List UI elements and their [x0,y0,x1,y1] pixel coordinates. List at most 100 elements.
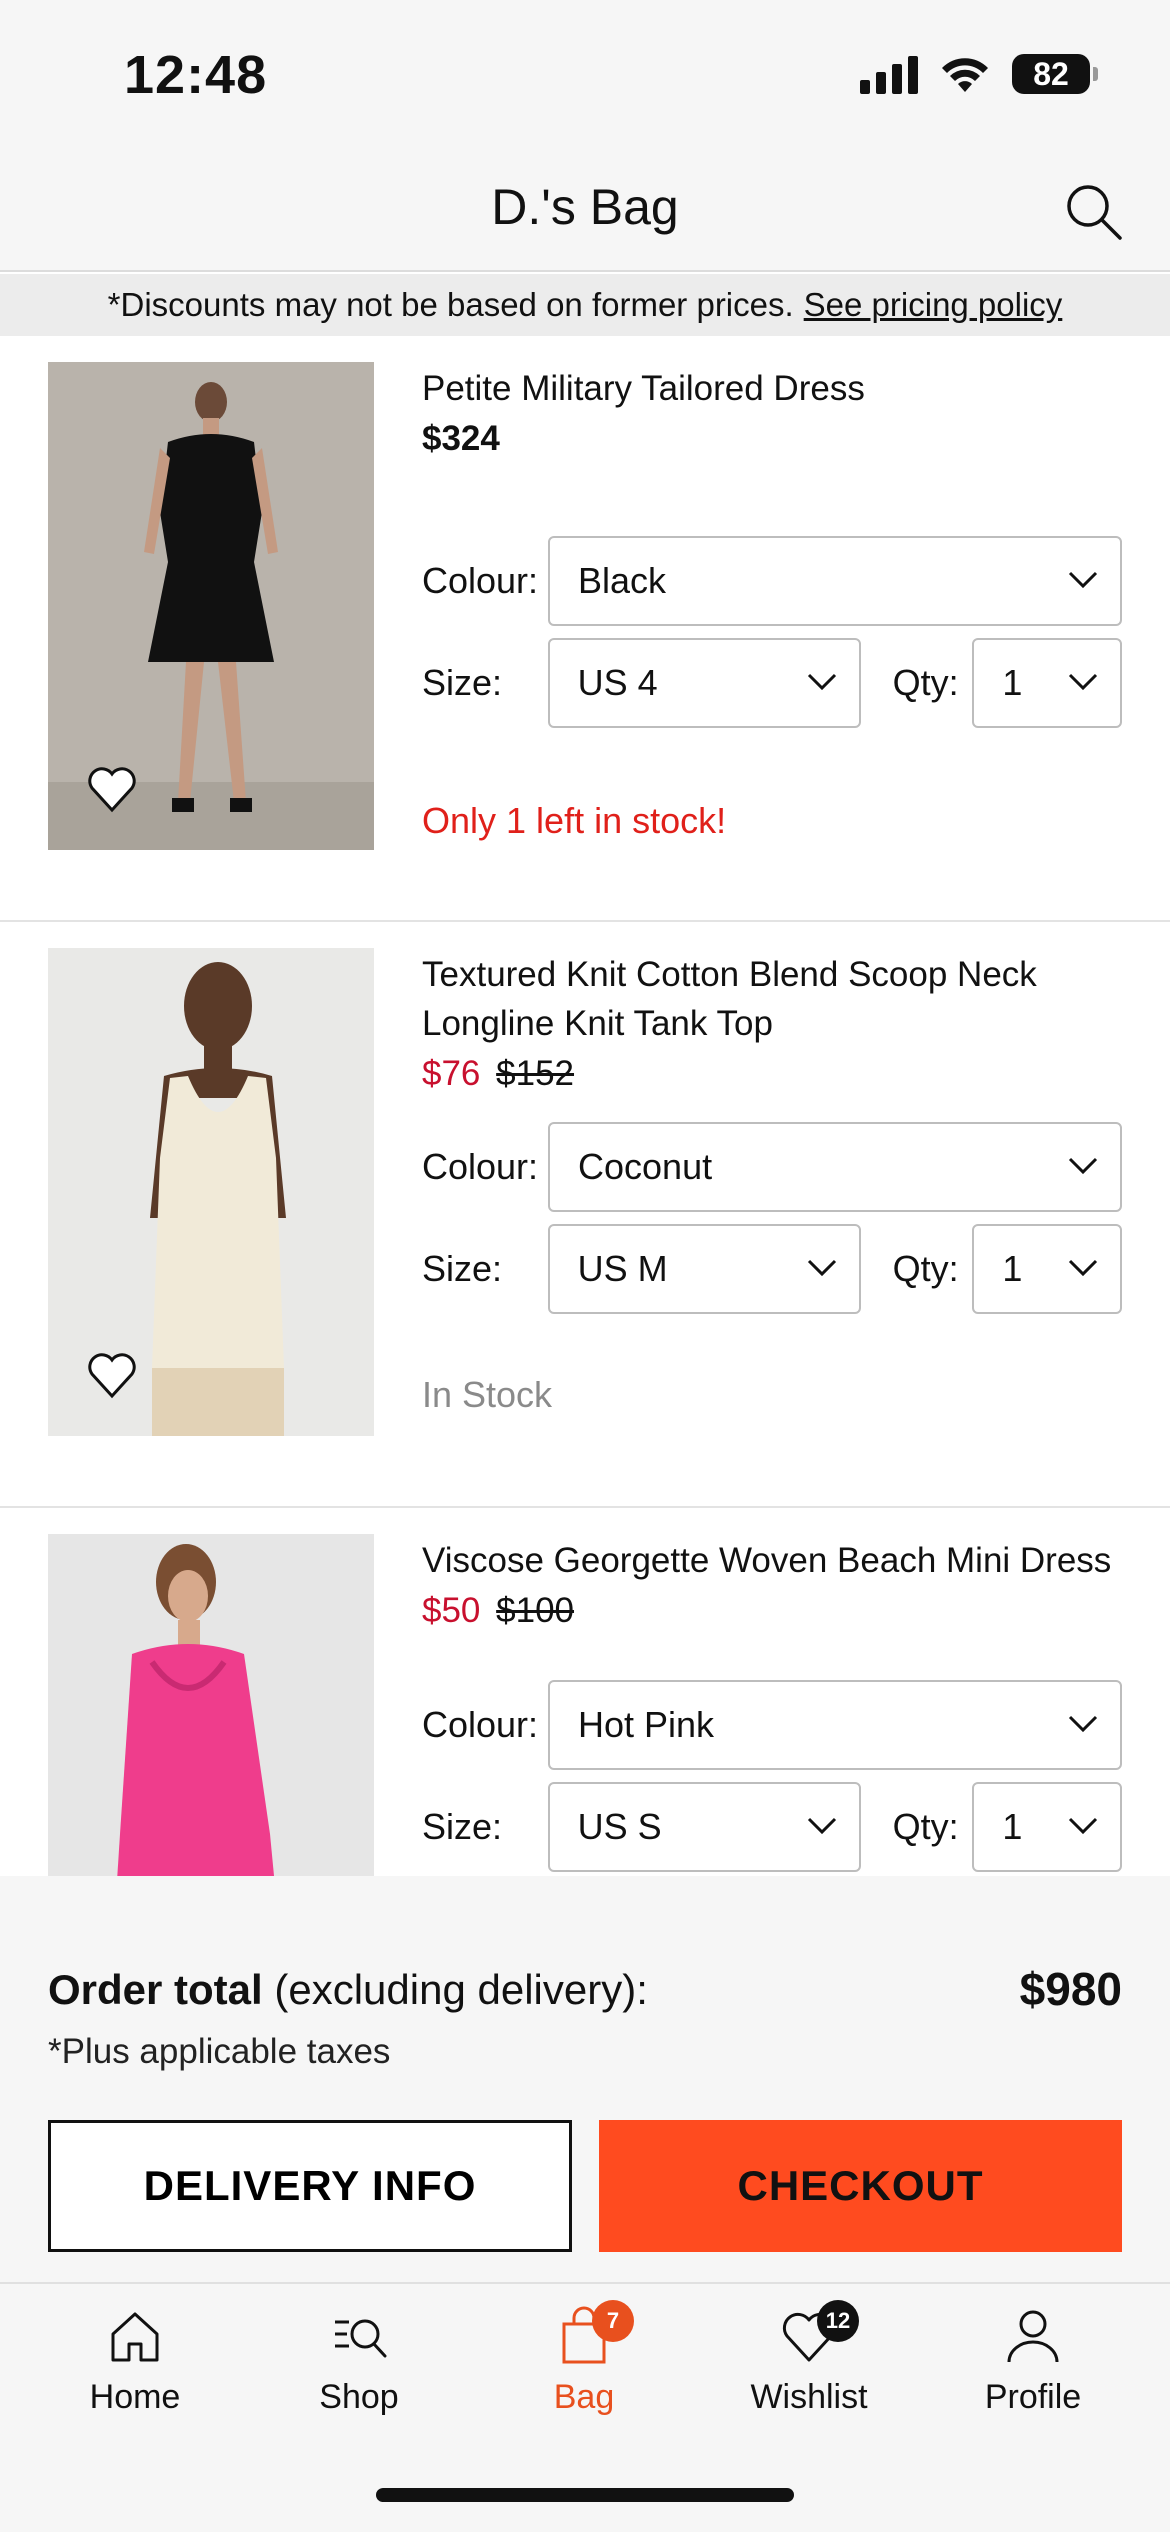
bag-item: Viscose Georgette Woven Beach Mini Dress… [0,1508,1170,1876]
colour-select[interactable]: Hot Pink [548,1680,1122,1770]
tab-label: Wishlist [750,2378,868,2416]
search-button[interactable] [1062,180,1126,244]
sale-price: $76 [422,1054,481,1093]
size-label: Size: [422,1806,503,1847]
product-price: $50 $100 [422,1585,1122,1637]
nav-header: D.'s Bag [0,150,1170,272]
product-info: Viscose Georgette Woven Beach Mini Dress… [422,1536,1122,1637]
pricing-policy-link[interactable]: See pricing policy [804,286,1063,324]
tab-bag[interactable]: 7 Bag [484,2300,684,2444]
search-icon [1067,185,1122,240]
stock-status: Only 1 left in stock! [422,800,727,841]
stock-status: In Stock [422,1374,553,1415]
wishlist-heart-icon[interactable] [84,1346,140,1402]
chevron-down-icon [1068,1157,1098,1175]
tab-label: Shop [319,2378,399,2416]
size-qty-row: Size: US S Qty: 1 [422,1782,1122,1872]
home-indicator [376,2488,794,2502]
qty-label: Qty: [892,662,959,703]
colour-label: Colour: [422,1146,539,1187]
product-info: Textured Knit Cotton Blend Scoop Neck Lo… [422,950,1122,1100]
tab-home[interactable]: Home [35,2304,235,2444]
colour-row: Colour: Hot Pink [422,1680,1122,1770]
product-price: $76 $152 [422,1048,1122,1100]
tax-note: *Plus applicable taxes [48,2032,391,2071]
size-value: US 4 [577,662,658,703]
signal-icon [860,54,918,94]
chevron-down-icon [1068,1715,1098,1733]
product-name[interactable]: Petite Military Tailored Dress [422,364,1122,413]
product-image[interactable] [48,948,374,1436]
colour-select[interactable]: Coconut [548,1122,1122,1212]
order-total-title: Order total [48,1966,263,2013]
wifi-icon [942,58,988,92]
size-qty-row: Size: US 4 Qty: 1 [422,638,1122,728]
chevron-down-icon [807,1817,836,1835]
colour-value: Black [578,560,667,601]
checkout-button[interactable]: CHECKOUT [599,2120,1122,2252]
home-icon [111,2312,159,2362]
status-time: 12:48 [124,45,268,105]
size-value: US S [577,1806,662,1847]
tab-label: Home [89,2378,181,2416]
chevron-down-icon [1068,673,1098,691]
size-select[interactable]: US M [547,1224,861,1314]
product-name[interactable]: Textured Knit Cotton Blend Scoop Neck Lo… [422,950,1122,1048]
size-select[interactable]: US 4 [547,638,861,728]
qty-value: 1 [1002,1248,1023,1289]
tab-shop[interactable]: Shop [259,2304,459,2444]
order-total-suffix: (excluding delivery): [274,1966,648,2013]
chevron-down-icon [1068,1817,1098,1835]
colour-label: Colour: [422,560,539,601]
status-bar: 12:48 82 [0,0,1170,150]
tab-wishlist[interactable]: 12 Wishlist [709,2300,909,2444]
colour-value: Coconut [578,1146,713,1187]
delivery-info-button[interactable]: DELIVERY INFO [48,2120,572,2252]
discount-text: *Discounts may not be based on former pr… [107,286,794,323]
colour-select[interactable]: Black [548,536,1122,626]
bag-item: Textured Knit Cotton Blend Scoop Neck Lo… [0,922,1170,1508]
bag-count-badge: 7 [592,2300,634,2342]
size-value: US M [577,1248,668,1289]
qty-label: Qty: [892,1806,959,1847]
tab-label: Bag [553,2378,615,2416]
discount-banner: *Discounts may not be based on former pr… [0,274,1170,336]
product-image[interactable] [48,1534,374,1876]
original-price: $100 [496,1591,575,1630]
order-total-label: Order total (excluding delivery): [48,1966,648,2014]
product-info: Petite Military Tailored Dress $324 [422,364,1122,465]
sale-price: $50 [422,1591,481,1630]
qty-select[interactable]: 1 [972,1782,1122,1872]
qty-value: 1 [1002,1806,1023,1847]
size-qty-row: Size: US M Qty: 1 [422,1224,1122,1314]
qty-value: 1 [1002,662,1023,703]
size-select[interactable]: US S [547,1782,861,1872]
chevron-down-icon [1068,1259,1098,1277]
tab-profile[interactable]: Profile [933,2304,1133,2444]
original-price: $152 [496,1054,575,1093]
wishlist-count-badge: 12 [817,2300,859,2342]
profile-icon [1007,2310,1059,2363]
product-price: $324 [422,413,1122,465]
qty-label: Qty: [892,1248,959,1289]
shop-search-icon [335,2319,387,2358]
chevron-down-icon [1068,571,1098,589]
product-image[interactable] [48,362,374,850]
chevron-down-icon [807,1259,836,1277]
battery-indicator: 82 [1012,54,1098,94]
tab-label: Profile [984,2378,1082,2416]
qty-select[interactable]: 1 [972,1224,1122,1314]
bag-item-list[interactable]: Petite Military Tailored Dress $324 Colo… [0,336,1170,1876]
colour-row: Colour: Black [422,536,1122,626]
product-name[interactable]: Viscose Georgette Woven Beach Mini Dress [422,1536,1122,1585]
colour-row: Colour: Coconut [422,1122,1122,1212]
bag-item: Petite Military Tailored Dress $324 Colo… [0,336,1170,922]
order-total-amount: $980 [1019,1963,1122,2015]
status-icons: 82 [860,54,1098,94]
colour-label: Colour: [422,1704,539,1745]
wishlist-heart-icon[interactable] [84,760,140,816]
size-label: Size: [422,1248,503,1289]
chevron-down-icon [807,673,836,691]
qty-select[interactable]: 1 [972,638,1122,728]
price: $324 [422,419,500,458]
